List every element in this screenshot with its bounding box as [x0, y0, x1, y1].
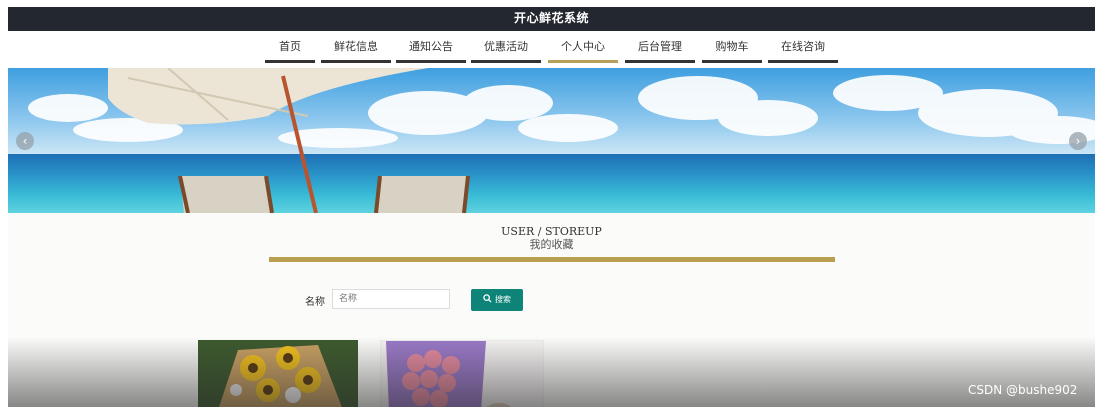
nav-item-consult[interactable]: 在线咨询 — [768, 37, 838, 63]
banner-next-button[interactable]: › — [1069, 132, 1087, 150]
pink-carnation-bouquet-image — [381, 341, 543, 407]
nav-underline — [702, 60, 762, 63]
chevron-left-icon: ‹ — [22, 134, 28, 148]
search-icon — [483, 294, 492, 303]
nav-item-label: 个人中心 — [561, 40, 605, 53]
chevron-right-icon: › — [1075, 134, 1081, 148]
nav-item-promotions[interactable]: 优惠活动 — [471, 37, 541, 63]
search-button[interactable]: 搜索 — [471, 289, 523, 311]
nav-item-label: 在线咨询 — [781, 40, 825, 53]
section-divider — [269, 257, 835, 262]
search-label: 名称 — [305, 297, 325, 308]
nav-item-flowers[interactable]: 鲜花信息 — [321, 37, 391, 63]
sunflower-bouquet-image — [198, 340, 358, 407]
beach-scene-image — [8, 68, 1095, 213]
bottom-fade-overlay — [8, 337, 1095, 407]
nav-item-label: 通知公告 — [409, 40, 453, 53]
favorite-item-card[interactable] — [198, 340, 358, 407]
nav-item-label: 购物车 — [715, 40, 749, 53]
nav-underline-active — [548, 60, 618, 63]
hero-banner: ‹ › — [8, 68, 1095, 213]
nav-underline — [768, 60, 838, 63]
nav-underline — [471, 60, 541, 63]
nav-item-label: 优惠活动 — [484, 40, 528, 53]
nav-item-home[interactable]: 首页 — [265, 37, 315, 63]
section-title-en: USER / STOREUP — [501, 225, 602, 238]
nav-item-cart[interactable]: 购物车 — [702, 37, 762, 63]
nav-underline — [396, 60, 466, 63]
favorite-item-card[interactable] — [380, 340, 544, 407]
nav-item-label: 后台管理 — [638, 40, 682, 53]
nav-item-label: 首页 — [279, 40, 301, 53]
main-nav: 首页 鲜花信息 通知公告 优惠活动 个人中心 后台管理 购物车 在线咨询 — [8, 31, 1095, 69]
nav-underline — [321, 60, 391, 63]
search-button-label: 搜索 — [495, 295, 511, 304]
section-title-zh: 我的收藏 — [529, 238, 574, 251]
nav-item-admin[interactable]: 后台管理 — [625, 37, 695, 63]
search-input[interactable] — [332, 289, 450, 309]
nav-underline — [265, 60, 315, 63]
nav-item-notices[interactable]: 通知公告 — [396, 37, 466, 63]
banner-prev-button[interactable]: ‹ — [16, 132, 34, 150]
nav-underline — [625, 60, 695, 63]
watermark: CSDN @bushe902 — [968, 383, 1078, 397]
nav-item-label: 鲜花信息 — [334, 40, 378, 53]
section-heading: USER / STOREUP 我的收藏 — [8, 225, 1095, 251]
nav-item-user-center[interactable]: 个人中心 — [548, 37, 618, 63]
app-window: 开心鲜花系统 首页 鲜花信息 通知公告 优惠活动 个人中心 后台管理 购物车 在… — [8, 7, 1095, 407]
app-title: 开心鲜花系统 — [8, 7, 1095, 31]
